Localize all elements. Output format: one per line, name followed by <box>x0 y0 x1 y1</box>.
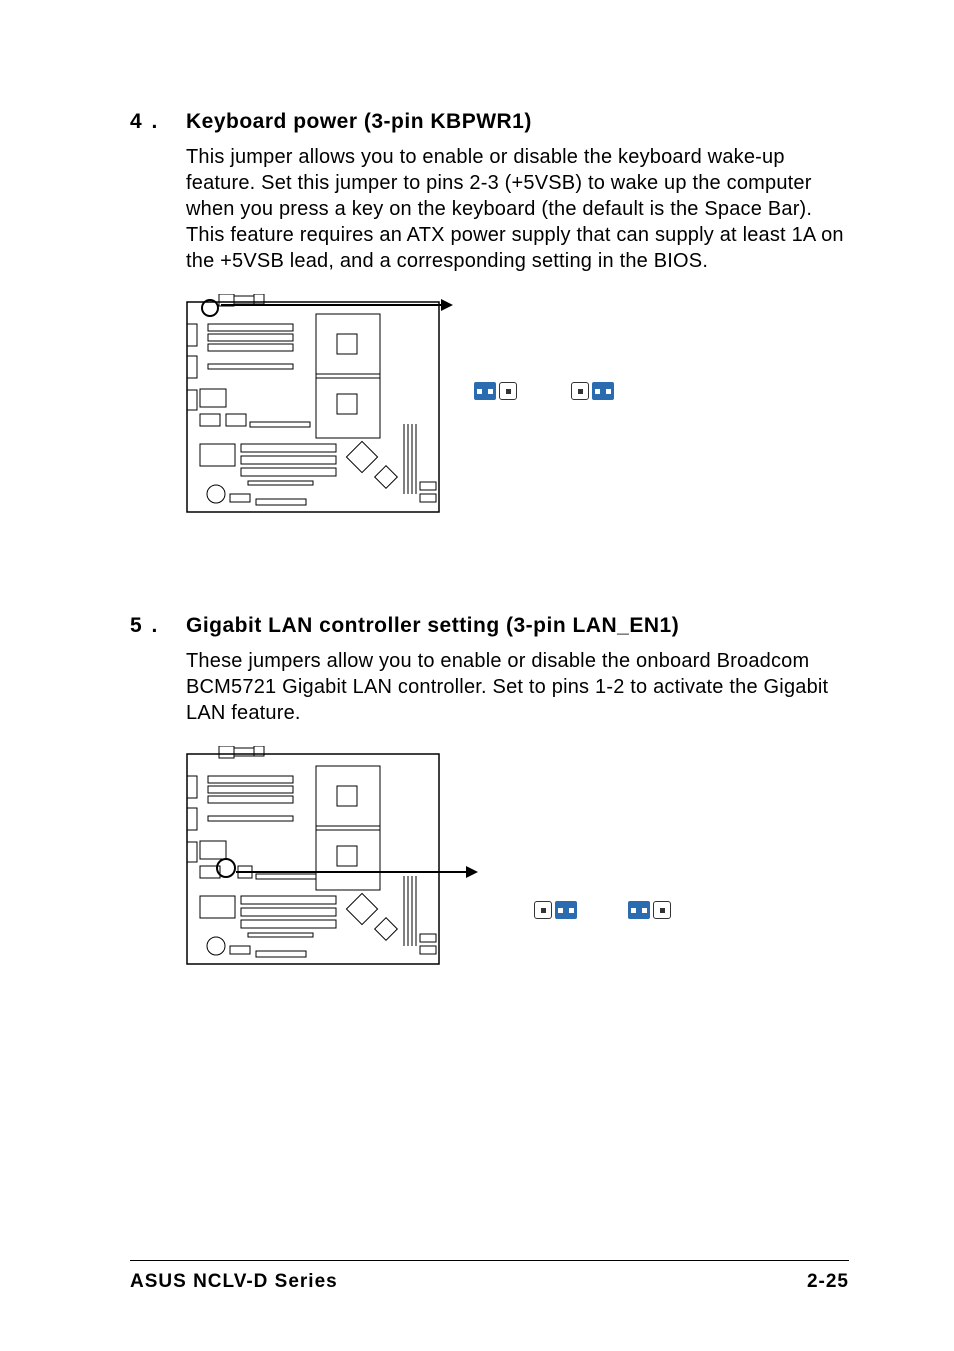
heading-row: 5 . Gigabit LAN controller setting (3-pi… <box>130 614 849 638</box>
jumper-pin-icon <box>653 901 671 919</box>
diagram-lan-en1 <box>186 746 849 996</box>
jumper-cap-icon <box>474 382 496 400</box>
heading-row: 4 . Keyboard power (3-pin KBPWR1) <box>130 110 849 134</box>
section-5: 5 . Gigabit LAN controller setting (3-pi… <box>130 614 849 996</box>
heading-title: Keyboard power (3-pin KBPWR1) <box>186 110 532 134</box>
jumper-pin-icon <box>499 382 517 400</box>
jumper-pin-icon <box>534 901 552 919</box>
jumper-cap-icon <box>555 901 577 919</box>
section-4: 4 . Keyboard power (3-pin KBPWR1) This j… <box>130 110 849 544</box>
jumper-setting-default <box>474 382 517 400</box>
jumper-cap-icon <box>628 901 650 919</box>
jumper-cap-icon <box>592 382 614 400</box>
motherboard-icon <box>186 746 441 966</box>
jumper-setting-default <box>534 901 577 919</box>
diagram-kbpwr1 <box>186 294 849 544</box>
heading-title: Gigabit LAN controller setting (3-pin LA… <box>186 614 679 638</box>
heading-number: 5 . <box>130 614 186 638</box>
page-footer: ASUS NCLV-D Series 2-25 <box>130 1260 849 1293</box>
arrow-icon <box>236 871 476 873</box>
arrow-icon <box>221 304 451 306</box>
heading-number: 4 . <box>130 110 186 134</box>
body-text: This jumper allows you to enable or disa… <box>186 144 849 274</box>
footer-right: 2-25 <box>807 1271 849 1293</box>
body-text: These jumpers allow you to enable or dis… <box>186 648 849 726</box>
jumper-pin-icon <box>571 382 589 400</box>
jumper-setting-alt <box>571 382 614 400</box>
footer-left: ASUS NCLV-D Series <box>130 1271 338 1293</box>
motherboard-icon <box>186 294 441 514</box>
jumper-setting-alt <box>628 901 671 919</box>
